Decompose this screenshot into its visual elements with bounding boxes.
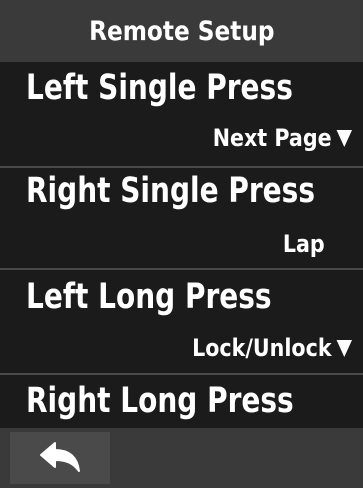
remote-setup-screen: Remote Setup Left Single Press Next Page…	[0, 0, 363, 488]
setting-label: Right Single Press	[26, 171, 315, 211]
setting-value-dropdown[interactable]: Lock/Unlock	[192, 334, 352, 362]
setting-row-right-single-press[interactable]: Right Single Press Lap	[0, 168, 363, 270]
setting-label: Left Long Press	[26, 277, 272, 317]
setting-label: Right Long Press	[26, 381, 294, 421]
footer-bar	[0, 428, 363, 488]
setting-row-left-long-press[interactable]: Left Long Press Lock/Unlock	[0, 270, 363, 375]
back-button[interactable]	[10, 432, 110, 484]
header-bar: Remote Setup	[0, 0, 363, 62]
dropdown-arrow-icon	[336, 339, 352, 357]
setting-label: Left Single Press	[26, 68, 293, 108]
setting-row-left-single-press[interactable]: Left Single Press Next Page	[0, 62, 363, 168]
setting-value: Lock/Unlock	[191, 334, 332, 362]
setting-value: Next Page	[212, 124, 332, 152]
dropdown-arrow-icon	[336, 129, 352, 147]
setting-row-right-long-press[interactable]: Right Long Press	[0, 375, 363, 428]
page-title: Remote Setup	[88, 15, 275, 47]
setting-value: Lap	[283, 230, 325, 258]
setting-value-dropdown[interactable]: Next Page	[212, 124, 352, 152]
back-arrow-icon	[40, 442, 80, 472]
